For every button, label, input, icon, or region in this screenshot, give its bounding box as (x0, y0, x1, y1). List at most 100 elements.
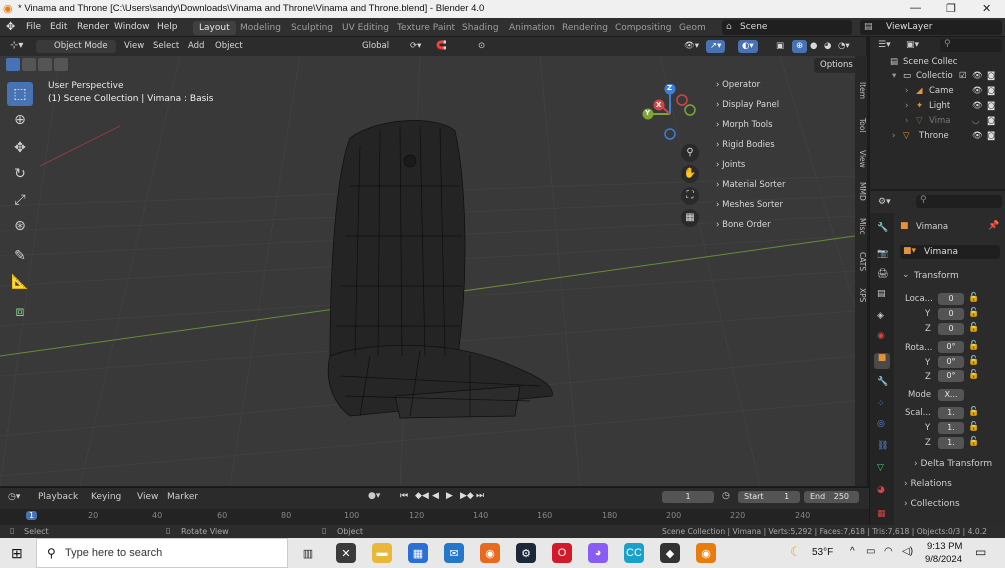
outliner-search-input[interactable]: ⚲ (940, 39, 1002, 52)
menu-add[interactable]: Add (184, 40, 208, 53)
tab-cats[interactable]: CATS (855, 252, 867, 271)
discord-icon[interactable]: ◕ (588, 543, 608, 563)
lock-icon[interactable]: 🔓 (968, 293, 979, 303)
jump-start-icon[interactable]: ⏮ (400, 491, 408, 501)
play-reverse-icon[interactable]: ◀ (432, 491, 439, 501)
menu-view[interactable]: View (120, 40, 148, 53)
npanel-rigid-bodies[interactable]: › Rigid Bodies (716, 140, 848, 158)
tab-compositing[interactable]: Compositing (609, 21, 677, 35)
ms-store-icon[interactable]: ▦ (408, 543, 428, 563)
blender-taskbar-icon[interactable]: ◉ (696, 543, 716, 563)
visibility-eye-icon[interactable]: 👁 (972, 71, 983, 81)
npanel-display-panel[interactable]: › Display Panel (716, 100, 848, 118)
add-cube-tool-icon[interactable]: ⧈ (7, 300, 33, 324)
menu-edit[interactable]: Edit (50, 22, 67, 32)
hidden-eye-icon[interactable]: ◡ (972, 116, 979, 126)
transform-header[interactable]: ⌄ Transform (900, 269, 1000, 283)
tab-tool[interactable]: Tool (855, 118, 867, 133)
output-tab-icon[interactable]: 🖨 (877, 269, 888, 279)
proportional-icon[interactable]: ⊙ (474, 40, 489, 53)
visibility-icon[interactable]: 👁▾ (680, 40, 703, 53)
windows-start-icon[interactable]: ⊞ (11, 545, 23, 562)
tab-mmd[interactable]: MMD (855, 182, 867, 201)
ortho-grid-icon[interactable]: ▦ (681, 209, 699, 227)
tab-uv-editing[interactable]: UV Editing (336, 21, 395, 35)
minimize-button[interactable]: — (910, 2, 921, 14)
constraints-tab-icon[interactable]: ⛓ (877, 441, 888, 451)
menu-marker[interactable]: Marker (167, 492, 198, 502)
menu-render[interactable]: Render (77, 22, 109, 32)
transform-orientation[interactable]: Global (342, 40, 400, 53)
world-tab-icon[interactable]: ◉ (877, 331, 885, 341)
file-explorer-icon[interactable]: ▬ (372, 543, 392, 563)
scale-y-field[interactable]: 1. (938, 422, 964, 434)
outliner-throne[interactable]: › ▽ Throne 👁 ◙ (870, 131, 1005, 145)
lock-icon[interactable]: 🔓 (968, 356, 979, 366)
scale-z-field[interactable]: 1. (938, 437, 964, 449)
transform-tool-icon[interactable]: ⊛ (7, 214, 33, 238)
close-button[interactable]: ✕ (982, 2, 991, 15)
relations-header[interactable]: › Relations (904, 479, 1000, 493)
outliner-scene-collection[interactable]: ▤ Scene Collec (870, 57, 1005, 71)
menu-file[interactable]: File (26, 22, 41, 32)
tray-chevron-icon[interactable]: ^ (850, 546, 855, 557)
frame-ruler[interactable]: 1 20 40 60 80 100 120 140 160 180 200 22… (0, 509, 869, 525)
lock-icon[interactable]: 🔓 (968, 422, 979, 432)
collections-header[interactable]: › Collections (904, 499, 1000, 513)
location-z-field[interactable]: 0 (938, 323, 964, 335)
select-invert-icon[interactable] (54, 58, 68, 71)
expand-icon[interactable]: › (905, 101, 908, 111)
viewlayer-tab-icon[interactable]: ▤ (877, 289, 886, 299)
blender-menu-icon[interactable]: ✥ (6, 20, 15, 33)
tab-misc[interactable]: Misc (855, 218, 867, 235)
material-tab-icon[interactable]: ◕ (877, 485, 885, 495)
jump-end-icon[interactable]: ⏭ (476, 491, 484, 501)
prev-keyframe-icon[interactable]: ◆◀ (415, 491, 429, 501)
outliner-vimana[interactable]: › ▽ Vima ◡ ◙ (870, 116, 1005, 130)
lock-icon[interactable]: 🔓 (968, 323, 979, 333)
expand-icon[interactable]: › (905, 86, 908, 96)
select-new-icon[interactable] (6, 58, 20, 71)
select-subtract-icon[interactable] (38, 58, 52, 71)
tool-tab-icon[interactable]: 🔧 (877, 223, 888, 233)
texture-tab-icon[interactable]: ▦ (877, 509, 886, 519)
shield-app-icon[interactable]: ◆ (660, 543, 680, 563)
tab-view[interactable]: View (855, 150, 867, 168)
clock-time[interactable]: 9:13 PM (927, 541, 962, 552)
npanel-operator[interactable]: › Operator (716, 80, 848, 98)
mail-icon[interactable]: ✉ (444, 543, 464, 563)
tab-xps[interactable]: XPS (855, 288, 867, 302)
menu-keying[interactable]: Keying (91, 492, 121, 502)
scale-x-field[interactable]: 1. (938, 407, 964, 419)
rotation-y-field[interactable]: 0° (938, 356, 964, 368)
clock-date[interactable]: 9/8/2024 (925, 554, 962, 565)
tab-layout[interactable]: Layout (193, 21, 236, 35)
location-y-field[interactable]: 0 (938, 308, 964, 320)
rotation-x-field[interactable]: 0° (938, 341, 964, 353)
tab-texture-paint[interactable]: Texture Paint (391, 21, 461, 35)
rotate-tool-icon[interactable]: ↻ (7, 162, 33, 186)
maximize-button[interactable]: ❐ (946, 2, 956, 15)
notification-icon[interactable]: ▭ (975, 545, 986, 559)
physics-tab-icon[interactable]: ◎ (877, 419, 885, 429)
rotation-mode-dropdown[interactable]: X... (938, 389, 964, 401)
pan-hand-icon[interactable]: ✋ (681, 165, 699, 183)
rendered-shading-icon[interactable]: ◔▾ (834, 40, 854, 53)
tab-modeling[interactable]: Modeling (234, 21, 287, 35)
visibility-eye-icon[interactable]: 👁 (972, 131, 983, 141)
wireframe-shading-icon[interactable]: ⊕ (792, 40, 808, 53)
properties-editor-icon[interactable]: ⚙▾ (878, 197, 891, 207)
end-frame-field[interactable]: End 250 (804, 491, 859, 503)
tab-rendering[interactable]: Rendering (556, 21, 614, 35)
render-camera-icon[interactable]: ◙ (987, 86, 995, 96)
volume-icon[interactable]: ◁) (902, 546, 913, 557)
npanel-meshes-sorter[interactable]: › Meshes Sorter (716, 200, 848, 218)
expand-icon[interactable]: › (892, 131, 895, 141)
menu-playback[interactable]: Playback (38, 492, 78, 502)
editor-type-icon[interactable]: ⊹▾ (6, 39, 27, 52)
npanel-morph-tools[interactable]: › Morph Tools (716, 120, 848, 138)
expand-icon[interactable]: ▾ (892, 71, 896, 81)
play-icon[interactable]: ▶ (446, 491, 453, 501)
delta-transform-header[interactable]: › Delta Transform (914, 459, 1004, 473)
steam-icon[interactable]: ⚙ (516, 543, 536, 563)
